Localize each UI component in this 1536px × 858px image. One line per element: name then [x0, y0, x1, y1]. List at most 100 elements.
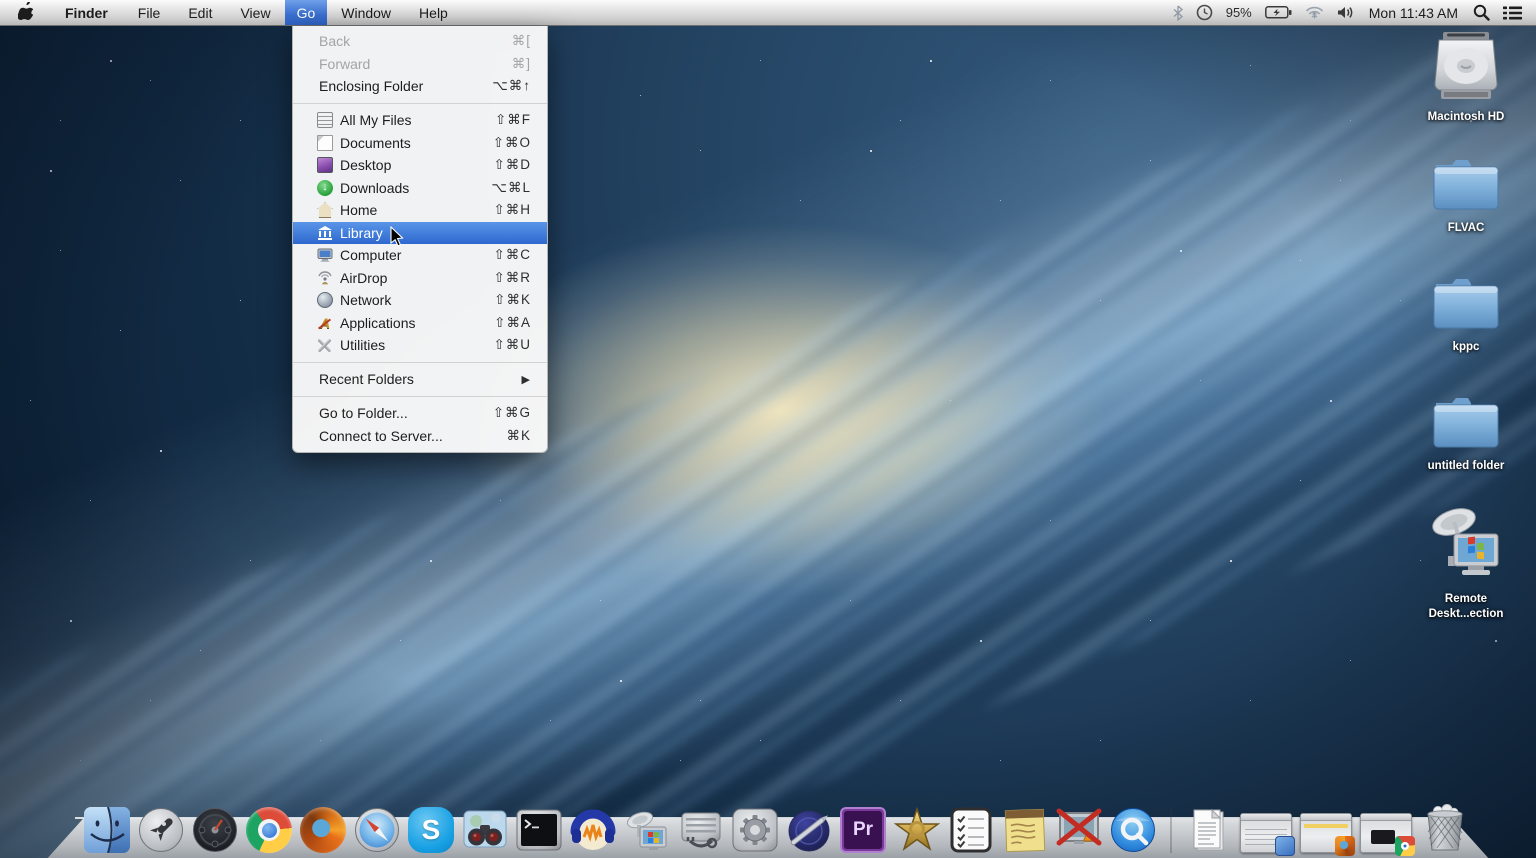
wifi-icon[interactable]: [1305, 0, 1324, 25]
desktop-icon-remote-desktop-connection[interactable]: Remote Deskt...ection: [1408, 498, 1524, 622]
notification-center-icon[interactable]: [1503, 0, 1522, 25]
menu-item-go-to-folder-shortcut: ⇧⌘G: [493, 405, 531, 421]
menu-item-connect-to-server-label: Connect to Server...: [319, 428, 443, 444]
menu-bar-clock[interactable]: Mon 11:43 AM: [1367, 5, 1460, 21]
dock-minimized-window-firefox[interactable]: [1300, 813, 1352, 853]
desktop-icon-label: Remote Deskt...ection: [1414, 592, 1518, 622]
dock-launchpad-icon[interactable]: [138, 807, 184, 853]
menu-item-all-my-files-shortcut: ⇧⌘F: [495, 112, 531, 128]
dock-skype-icon[interactable]: S: [408, 807, 454, 853]
menu-go[interactable]: Go: [285, 0, 328, 25]
menu-item-forward-shortcut: ⌘]: [512, 56, 531, 72]
premiere-label: Pr: [853, 819, 873, 841]
dock-remote-desktop-binoculars-icon[interactable]: [462, 807, 508, 853]
menu-item-enclosing-folder-label: Enclosing Folder: [319, 78, 423, 94]
menu-item-downloads[interactable]: Downloads ⌥⌘L: [293, 177, 547, 200]
dock-trash-icon[interactable]: [1420, 803, 1470, 853]
remote-desktop-connection-icon: [1424, 498, 1508, 589]
menu-item-desktop-shortcut: ⇧⌘D: [493, 157, 531, 173]
menu-item-home[interactable]: Home ⇧⌘H: [293, 199, 547, 222]
menu-item-connect-to-server[interactable]: Connect to Server... ⌘K: [293, 425, 547, 448]
menu-bar: Finder File Edit View Go Window Help 95%…: [0, 0, 1536, 26]
menu-item-network-shortcut: ⇧⌘K: [494, 292, 531, 308]
dock-minimized-window-1[interactable]: [1240, 813, 1292, 853]
menu-item-documents-label: Documents: [340, 135, 411, 151]
menu-item-applications-shortcut: ⇧⌘A: [494, 315, 531, 331]
minimized-window-app-badge: [1275, 836, 1295, 856]
menu-item-computer[interactable]: Computer ⇧⌘C: [293, 244, 547, 267]
minimized-window-content: [1371, 830, 1395, 844]
menu-item-all-my-files-label: All My Files: [340, 112, 412, 128]
chrome-badge-icon: [1395, 836, 1415, 856]
menu-file-label: File: [138, 5, 161, 21]
menu-item-forward-label: Forward: [319, 56, 370, 72]
menu-item-enclosing-folder[interactable]: Enclosing Folder ⌥⌘↑: [293, 75, 547, 98]
desktop-icon-flvac[interactable]: FLVAC: [1408, 155, 1524, 236]
dock-chrome-icon[interactable]: [246, 807, 292, 853]
menu-item-go-to-folder[interactable]: Go to Folder... ⇧⌘G: [293, 402, 547, 425]
menu-view[interactable]: View: [226, 0, 284, 25]
dock-gold-star-app-icon[interactable]: [894, 807, 940, 853]
menu-item-airdrop-shortcut: ⇧⌘R: [493, 270, 531, 286]
dock-disconnected-display-icon[interactable]: [1056, 807, 1102, 853]
menu-item-forward: Forward ⌘]: [293, 53, 547, 76]
dock-pen-drawing-app-icon[interactable]: [786, 807, 832, 853]
menu-view-label: View: [240, 5, 270, 21]
menu-item-applications[interactable]: A Applications ⇧⌘A: [293, 312, 547, 335]
dock-quicktime-icon[interactable]: [1110, 807, 1156, 853]
dock-terminal-icon[interactable]: [516, 807, 562, 853]
dock-firefox-icon[interactable]: [300, 807, 346, 853]
menu-help-label: Help: [419, 5, 448, 21]
menu-item-utilities[interactable]: Utilities ⇧⌘U: [293, 334, 547, 357]
battery-icon[interactable]: [1265, 0, 1292, 25]
menu-item-network[interactable]: Network ⇧⌘K: [293, 289, 547, 312]
menu-window[interactable]: Window: [327, 0, 405, 25]
desktop-wallpaper: [0, 0, 1536, 858]
menu-item-all-my-files[interactable]: All My Files ⇧⌘F: [293, 109, 547, 132]
menu-item-airdrop[interactable]: AirDrop ⇧⌘R: [293, 267, 547, 290]
menu-edit-label: Edit: [188, 5, 212, 21]
dock-minimized-window-chrome[interactable]: [1360, 813, 1412, 853]
menu-item-documents-shortcut: ⇧⌘O: [493, 135, 531, 151]
dock-dashboard-icon[interactable]: [192, 807, 238, 853]
dock-documents-stack-icon[interactable]: [1186, 807, 1232, 853]
menu-item-desktop[interactable]: Desktop ⇧⌘D: [293, 154, 547, 177]
menu-item-recent-folders-label: Recent Folders: [319, 371, 414, 387]
dock-reminders-icon[interactable]: [948, 807, 994, 853]
dock-finder-icon[interactable]: [84, 807, 130, 853]
menu-item-recent-folders[interactable]: Recent Folders ▶: [293, 368, 547, 391]
desktop-picture-icon: [317, 157, 333, 173]
dock-disk-utility-icon[interactable]: [678, 807, 724, 853]
menu-help[interactable]: Help: [405, 0, 462, 25]
skype-letter: S: [422, 814, 441, 846]
library-icon: [317, 225, 333, 241]
dock-premiere-pro-icon[interactable]: Pr: [840, 807, 886, 853]
menu-file[interactable]: File: [124, 0, 175, 25]
time-machine-icon[interactable]: [1196, 0, 1213, 25]
bluetooth-icon[interactable]: [1173, 0, 1183, 25]
dock-system-preferences-icon[interactable]: [732, 807, 778, 853]
menu-finder-label: Finder: [65, 5, 108, 21]
dock-remote-desktop-connection-icon[interactable]: [624, 807, 670, 853]
firefox-badge-icon: [1335, 836, 1355, 856]
folder-icon: [1430, 274, 1502, 337]
dock-safari-icon[interactable]: [354, 807, 400, 853]
menu-item-library[interactable]: Library: [293, 222, 547, 245]
menu-edit[interactable]: Edit: [174, 0, 226, 25]
apple-menu[interactable]: [0, 0, 49, 25]
volume-icon[interactable]: [1337, 0, 1354, 25]
menu-item-downloads-shortcut: ⌥⌘L: [491, 180, 531, 196]
dock-separator: [1170, 809, 1172, 853]
menu-item-documents[interactable]: Documents ⇧⌘O: [293, 132, 547, 155]
spotlight-icon[interactable]: [1473, 0, 1490, 25]
menu-finder[interactable]: Finder: [49, 0, 124, 25]
all-my-files-icon: [317, 112, 333, 128]
desktop-icon-untitled-folder[interactable]: untitled folder: [1408, 393, 1524, 474]
desktop-icon-label: untitled folder: [1428, 459, 1505, 474]
dock-stickies-icon[interactable]: [1002, 807, 1048, 853]
desktop-icon-macintosh-hd[interactable]: Macintosh HD: [1408, 30, 1524, 125]
menu-item-library-label: Library: [340, 225, 383, 241]
menu-window-label: Window: [341, 5, 391, 21]
desktop-icon-kppc[interactable]: kppc: [1408, 274, 1524, 355]
dock-audacity-icon[interactable]: [570, 807, 616, 853]
